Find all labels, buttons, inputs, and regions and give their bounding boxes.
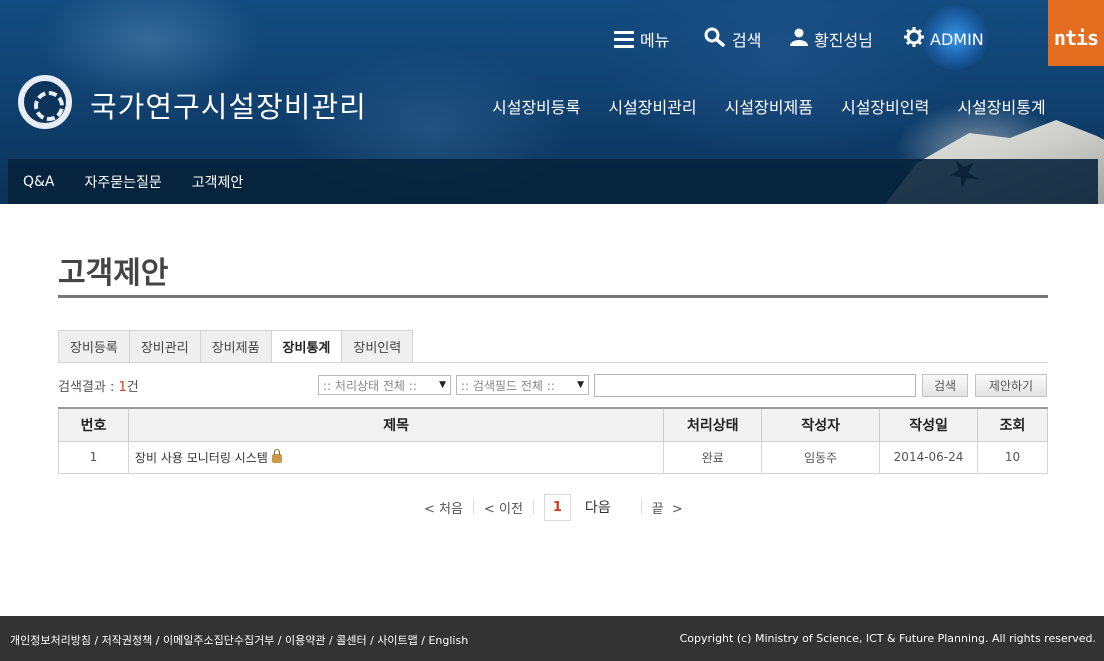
tab-equipment-register[interactable]: 장비등록 — [58, 330, 130, 363]
footer-link-email-refusal[interactable]: 이메일주소집단수집거부 — [163, 634, 274, 647]
table-row[interactable]: 1 장비 사용 모니터링 시스템 완료 임동주 2014-06-24 10 — [58, 440, 1048, 474]
row-status: 완료 — [663, 440, 763, 474]
pagination-divider — [640, 500, 642, 514]
footer-link-terms[interactable]: 이용약관 — [285, 634, 325, 647]
site-logo-icon[interactable] — [18, 75, 72, 129]
page-last-link[interactable]: 끝 > — [652, 498, 683, 517]
admin-button[interactable]: ADMIN — [904, 26, 984, 52]
header-title: 제목 — [127, 407, 665, 442]
footer-link-copyright[interactable]: 저작권정책 — [102, 634, 153, 647]
pagination-divider — [472, 500, 474, 514]
page-first-link[interactable]: < 처음 — [424, 498, 463, 517]
row-date: 2014-06-24 — [879, 440, 979, 474]
sub-nav: Q&A 자주묻는질문 고객제안 — [8, 159, 1098, 204]
global-nav: 시설장비등록 시설장비관리 시설장비제품 시설장비인력 시설장비통계 — [492, 94, 1046, 118]
chevron-down-icon: ▼ — [577, 380, 584, 390]
status-select[interactable]: :: 처리상태 전체 :: ▼ — [318, 375, 451, 395]
site-footer: 개인정보처리방침 / 저작권정책 / 이메일주소집단수집거부 / 이용약관 / … — [0, 616, 1104, 661]
gnb-item-equipment-staff[interactable]: 시설장비인력 — [841, 94, 929, 118]
row-author: 임동주 — [761, 440, 881, 474]
tabs-divider — [58, 362, 1048, 363]
row-views: 10 — [977, 440, 1048, 474]
subnav-item-faq[interactable]: 자주묻는질문 — [85, 172, 162, 192]
search-icon — [704, 27, 726, 51]
site-title[interactable]: 국가연구시설장비관리 — [90, 84, 367, 126]
search-result-count: 검색결과 : 1건 — [58, 376, 139, 395]
row-no: 1 — [58, 440, 129, 474]
header-status: 처리상태 — [663, 407, 763, 442]
admin-label: ADMIN — [930, 29, 984, 49]
user-icon — [790, 28, 808, 50]
search-label: 검색 — [732, 31, 762, 50]
tab-equipment-product[interactable]: 장비제품 — [200, 330, 272, 363]
result-count: 1 — [118, 380, 127, 395]
row-title[interactable]: 장비 사용 모니터링 시스템 — [135, 451, 268, 465]
hamburger-icon — [614, 30, 634, 48]
table-header-row: 번호 제목 처리상태 작성자 작성일 조회 — [58, 407, 1048, 442]
title-divider — [58, 295, 1048, 298]
proposal-table: 번호 제목 처리상태 작성자 작성일 조회 1 장비 사용 모니터링 시스템 완… — [58, 407, 1048, 474]
page-prev-link[interactable]: < 이전 — [484, 498, 523, 517]
tab-equipment-staff[interactable]: 장비인력 — [342, 330, 414, 363]
ntis-logo[interactable]: ntis — [1048, 0, 1104, 66]
lock-icon — [271, 448, 282, 463]
user-button[interactable]: 황진성님 — [790, 26, 873, 52]
gnb-item-equipment-manage[interactable]: 시설장비관리 — [608, 94, 696, 118]
search-button[interactable]: 검색 — [704, 26, 761, 52]
gnb-item-equipment-product[interactable]: 시설장비제품 — [725, 94, 813, 118]
row-title-cell[interactable]: 장비 사용 모니터링 시스템 — [127, 440, 665, 474]
menu-button[interactable]: 메뉴 — [614, 26, 669, 52]
footer-copyright: Copyright (c) Ministry of Science, ICT &… — [679, 632, 1096, 645]
field-select-value: :: 검색필드 전체 :: — [461, 378, 555, 393]
result-suffix: 건 — [126, 380, 139, 395]
tab-equipment-manage[interactable]: 장비관리 — [129, 330, 201, 363]
header-date: 작성일 — [879, 407, 979, 442]
page-title: 고객제안 — [58, 256, 169, 291]
field-select[interactable]: :: 검색필드 전체 :: ▼ — [456, 375, 589, 395]
header-author: 작성자 — [761, 407, 881, 442]
subnav-item-qna[interactable]: Q&A — [23, 174, 55, 190]
header-views: 조회 — [977, 407, 1048, 442]
gear-icon — [904, 27, 924, 51]
footer-link-sitemap[interactable]: 사이트맵 — [377, 634, 417, 647]
user-name: 황진성님 — [814, 31, 873, 50]
menu-label: 메뉴 — [640, 31, 670, 50]
page-next-link[interactable]: 다음 — [585, 497, 611, 517]
site-header: 국가연구시설장비관리 메뉴 검색 황진성님 ADMIN ntis 시설장비등록 … — [0, 0, 1104, 204]
gnb-item-equipment-stats[interactable]: 시설장비통계 — [957, 94, 1045, 118]
footer-link-english[interactable]: English — [428, 634, 468, 647]
status-select-value: :: 처리상태 전체 :: — [323, 378, 417, 393]
search-input[interactable] — [594, 374, 916, 397]
search-submit-button[interactable]: 검색 — [922, 374, 968, 397]
pagination: < 처음 < 이전 1 다음 끝 > — [424, 493, 683, 521]
footer-link-callcenter[interactable]: 콜센터 — [336, 634, 366, 647]
pagination-divider — [532, 500, 534, 514]
header-no: 번호 — [58, 407, 129, 442]
subnav-item-proposal[interactable]: 고객제안 — [192, 172, 244, 192]
footer-link-privacy[interactable]: 개인정보처리방침 — [10, 634, 91, 647]
propose-button[interactable]: 제안하기 — [975, 374, 1047, 397]
gnb-item-equipment-register[interactable]: 시설장비등록 — [492, 94, 580, 118]
footer-links: 개인정보처리방침 / 저작권정책 / 이메일주소집단수집거부 / 이용약관 / … — [10, 634, 469, 647]
result-prefix: 검색결과 : — [58, 380, 119, 395]
page-current[interactable]: 1 — [543, 493, 571, 521]
chevron-down-icon: ▼ — [439, 380, 446, 390]
category-tabs: 장비등록 장비관리 장비제품 장비통계 장비인력 — [58, 330, 414, 363]
tab-equipment-stats[interactable]: 장비통계 — [271, 330, 343, 363]
